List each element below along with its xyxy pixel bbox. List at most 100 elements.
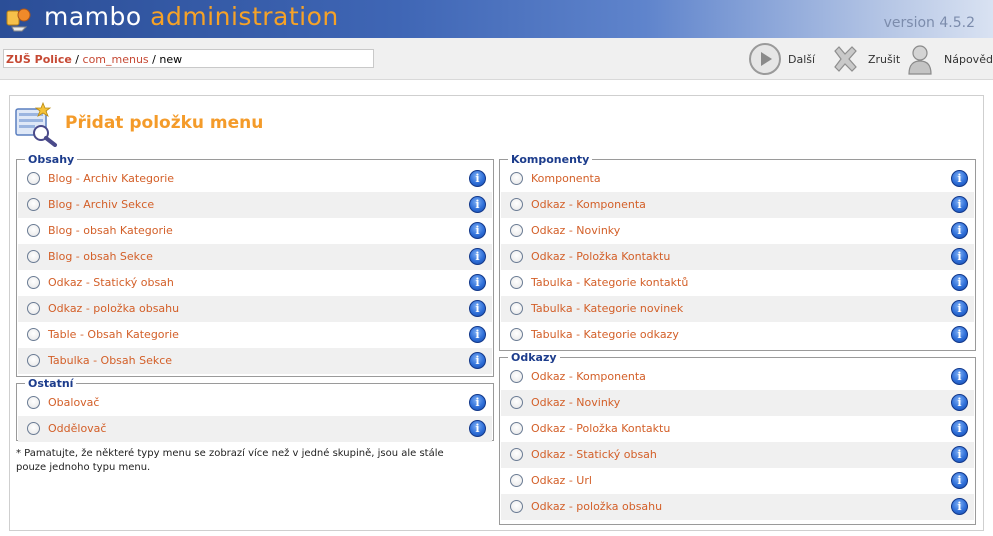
info-icon[interactable]: i: [469, 196, 486, 213]
menu-type-radio[interactable]: [510, 448, 523, 461]
info-icon[interactable]: i: [469, 394, 486, 411]
menu-type-row[interactable]: Odkaz - položka obsahu i: [18, 296, 492, 322]
menu-type-label[interactable]: Oddělovač: [48, 422, 106, 435]
menu-type-label[interactable]: Odkaz - Novinky: [531, 224, 620, 237]
menu-type-label[interactable]: Odkaz - položka obsahu: [531, 500, 662, 513]
menu-type-radio[interactable]: [27, 328, 40, 341]
menu-type-radio[interactable]: [510, 328, 523, 341]
info-icon[interactable]: i: [951, 274, 968, 291]
breadcrumb-component-link[interactable]: com_menus: [83, 53, 149, 66]
menu-type-radio[interactable]: [27, 250, 40, 263]
menu-type-radio[interactable]: [27, 302, 40, 315]
menu-type-row[interactable]: Odkaz - Položka Kontaktu i: [501, 244, 974, 270]
info-icon[interactable]: i: [951, 170, 968, 187]
menu-type-radio[interactable]: [510, 396, 523, 409]
menu-type-label[interactable]: Komponenta: [531, 172, 601, 185]
menu-type-label[interactable]: Odkaz - položka obsahu: [48, 302, 179, 315]
menu-type-row[interactable]: Komponenta i: [501, 166, 974, 192]
menu-type-label[interactable]: Tabulka - Kategorie kontaktů: [531, 276, 688, 289]
menu-type-row[interactable]: Table - Obsah Kategorie i: [18, 322, 492, 348]
menu-type-row[interactable]: Oddělovač i: [18, 416, 492, 442]
menu-type-row[interactable]: Odkaz - Komponenta i: [501, 364, 974, 390]
menu-type-label[interactable]: Odkaz - Položka Kontaktu: [531, 422, 670, 435]
menu-type-label[interactable]: Odkaz - Položka Kontaktu: [531, 250, 670, 263]
info-icon[interactable]: i: [951, 300, 968, 317]
menu-type-row[interactable]: Blog - Archiv Sekce i: [18, 192, 492, 218]
info-icon[interactable]: i: [951, 446, 968, 463]
menu-type-label[interactable]: Tabulka - Kategorie novinek: [531, 302, 683, 315]
info-icon[interactable]: i: [951, 420, 968, 437]
menu-type-row[interactable]: Tabulka - Kategorie kontaktů i: [501, 270, 974, 296]
menu-type-radio[interactable]: [510, 370, 523, 383]
breadcrumb-site-link[interactable]: ZUŠ Police: [6, 53, 72, 66]
menu-type-row[interactable]: Tabulka - Kategorie novinek i: [501, 296, 974, 322]
menu-type-label[interactable]: Obalovač: [48, 396, 99, 409]
menu-type-radio[interactable]: [27, 422, 40, 435]
menu-type-label[interactable]: Odkaz - Statický obsah: [531, 448, 657, 461]
menu-type-label[interactable]: Blog - obsah Sekce: [48, 250, 153, 263]
info-icon[interactable]: i: [469, 248, 486, 265]
menu-type-radio[interactable]: [27, 276, 40, 289]
info-icon[interactable]: i: [469, 274, 486, 291]
info-icon[interactable]: i: [951, 222, 968, 239]
menu-type-radio[interactable]: [510, 224, 523, 237]
footnote: * Pamatujte, že některé typy menu se zob…: [16, 448, 444, 473]
menu-type-row[interactable]: Tabulka - Obsah Sekce i: [18, 348, 492, 374]
menu-type-radio[interactable]: [510, 474, 523, 487]
info-icon[interactable]: i: [469, 326, 486, 343]
menu-type-radio[interactable]: [27, 396, 40, 409]
menu-type-row[interactable]: Tabulka - Kategorie odkazy i: [501, 322, 974, 348]
info-icon[interactable]: i: [951, 326, 968, 343]
menu-type-row[interactable]: Odkaz - Statický obsah i: [501, 442, 974, 468]
menu-type-row[interactable]: Odkaz - Url i: [501, 468, 974, 494]
menu-type-row[interactable]: Odkaz - Položka Kontaktu i: [501, 416, 974, 442]
next-button[interactable]: Další: [748, 42, 815, 76]
menu-type-row[interactable]: Blog - obsah Kategorie i: [18, 218, 492, 244]
info-icon[interactable]: i: [951, 248, 968, 265]
menu-type-row[interactable]: Odkaz - Komponenta i: [501, 192, 974, 218]
info-icon[interactable]: i: [951, 498, 968, 515]
help-button[interactable]: Nápověda: [904, 42, 993, 76]
menu-type-radio[interactable]: [510, 500, 523, 513]
info-icon[interactable]: i: [469, 352, 486, 369]
menu-type-label[interactable]: Blog - obsah Kategorie: [48, 224, 173, 237]
menu-type-radio[interactable]: [510, 172, 523, 185]
menu-type-label[interactable]: Tabulka - Obsah Sekce: [48, 354, 172, 367]
help-person-icon: [908, 45, 932, 75]
main-panel: Přidat položku menu Obsahy Blog - Archiv…: [9, 95, 984, 531]
menu-type-label[interactable]: Odkaz - Statický obsah: [48, 276, 174, 289]
menu-type-row[interactable]: Blog - Archiv Kategorie i: [18, 166, 492, 192]
menu-type-row[interactable]: Odkaz - Novinky i: [501, 390, 974, 416]
menu-type-radio[interactable]: [510, 302, 523, 315]
info-icon[interactable]: i: [951, 368, 968, 385]
menu-type-radio[interactable]: [27, 224, 40, 237]
menu-type-label[interactable]: Blog - Archiv Kategorie: [48, 172, 174, 185]
menu-type-row[interactable]: Odkaz - Statický obsah i: [18, 270, 492, 296]
info-icon[interactable]: i: [469, 300, 486, 317]
menu-type-row[interactable]: Blog - obsah Sekce i: [18, 244, 492, 270]
menu-type-label[interactable]: Odkaz - Novinky: [531, 396, 620, 409]
menu-type-radio[interactable]: [510, 422, 523, 435]
menu-type-radio[interactable]: [27, 354, 40, 367]
info-icon[interactable]: i: [469, 420, 486, 437]
info-icon[interactable]: i: [951, 196, 968, 213]
info-icon[interactable]: i: [469, 222, 486, 239]
menu-type-label[interactable]: Odkaz - Url: [531, 474, 592, 487]
cancel-button[interactable]: Zrušit: [828, 42, 900, 76]
menu-type-row[interactable]: Odkaz - Novinky i: [501, 218, 974, 244]
menu-type-row[interactable]: Obalovač i: [18, 390, 492, 416]
info-icon[interactable]: i: [951, 394, 968, 411]
info-icon[interactable]: i: [469, 170, 486, 187]
menu-type-radio[interactable]: [27, 198, 40, 211]
menu-type-label[interactable]: Table - Obsah Kategorie: [48, 328, 179, 341]
menu-type-label[interactable]: Tabulka - Kategorie odkazy: [531, 328, 679, 341]
menu-type-radio[interactable]: [510, 250, 523, 263]
menu-type-radio[interactable]: [27, 172, 40, 185]
menu-type-radio[interactable]: [510, 276, 523, 289]
menu-type-label[interactable]: Odkaz - Komponenta: [531, 370, 646, 383]
menu-type-label[interactable]: Blog - Archiv Sekce: [48, 198, 154, 211]
menu-type-label[interactable]: Odkaz - Komponenta: [531, 198, 646, 211]
menu-type-row[interactable]: Odkaz - položka obsahu i: [501, 494, 974, 520]
info-icon[interactable]: i: [951, 472, 968, 489]
menu-type-radio[interactable]: [510, 198, 523, 211]
